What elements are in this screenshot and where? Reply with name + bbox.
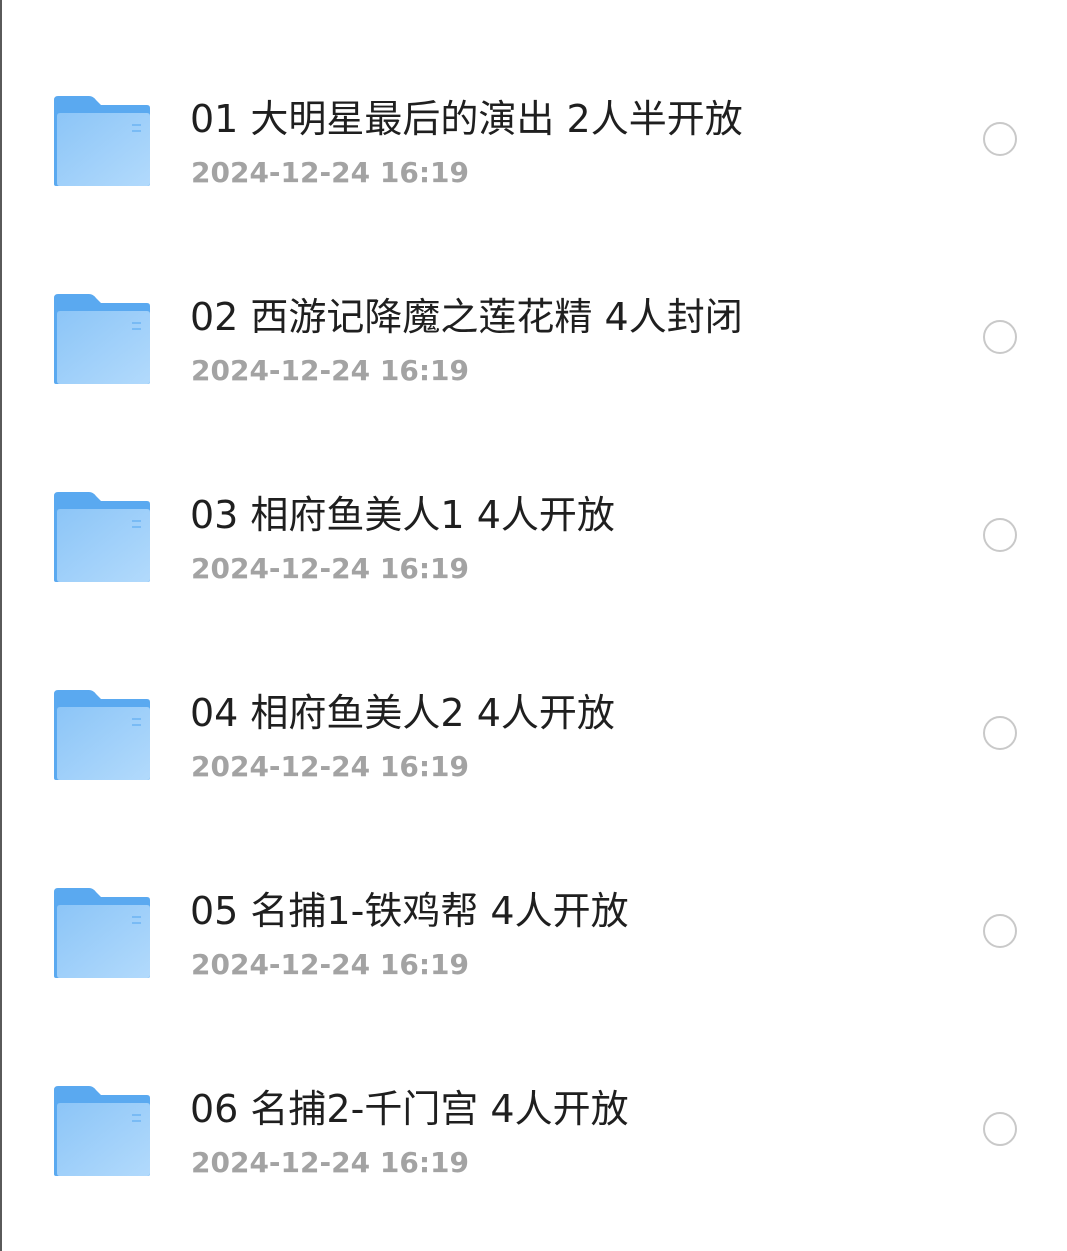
file-date: 2024-12-24 16:19 xyxy=(191,948,469,981)
file-title: 05 名捕1-铁鸡帮 4人开放 xyxy=(190,889,629,933)
file-date: 2024-12-24 16:19 xyxy=(191,354,469,387)
select-checkbox[interactable] xyxy=(983,518,1017,552)
list-item[interactable]: 02 西游记降魔之莲花精 4人封闭 2024-12-24 16:19 xyxy=(2,294,1067,492)
file-date: 2024-12-24 16:19 xyxy=(191,750,469,783)
file-title: 01 大明星最后的演出 2人半开放 xyxy=(190,97,743,141)
list-item[interactable]: 05 名捕1-铁鸡帮 4人开放 2024-12-24 16:19 xyxy=(2,888,1067,1086)
list-item[interactable]: 04 相府鱼美人2 4人开放 2024-12-24 16:19 xyxy=(2,690,1067,888)
file-title: 06 名捕2-千门宫 4人开放 xyxy=(190,1087,629,1131)
file-title: 03 相府鱼美人1 4人开放 xyxy=(190,493,615,537)
list-item[interactable]: 01 大明星最后的演出 2人半开放 2024-12-24 16:19 xyxy=(2,96,1067,294)
file-date: 2024-12-24 16:19 xyxy=(191,552,469,585)
list-item[interactable]: 03 相府鱼美人1 4人开放 2024-12-24 16:19 xyxy=(2,492,1067,690)
file-date: 2024-12-24 16:19 xyxy=(191,1146,469,1179)
select-checkbox[interactable] xyxy=(983,122,1017,156)
folder-icon xyxy=(51,1086,153,1180)
file-date: 2024-12-24 16:19 xyxy=(191,156,469,189)
file-title: 02 西游记降魔之莲花精 4人封闭 xyxy=(190,295,743,339)
select-checkbox[interactable] xyxy=(983,1112,1017,1146)
file-title: 04 相府鱼美人2 4人开放 xyxy=(190,691,615,735)
folder-icon xyxy=(51,690,153,784)
folder-icon xyxy=(51,888,153,982)
select-checkbox[interactable] xyxy=(983,320,1017,354)
list-item[interactable]: 06 名捕2-千门宫 4人开放 2024-12-24 16:19 xyxy=(2,1086,1067,1251)
select-checkbox[interactable] xyxy=(983,914,1017,948)
folder-icon xyxy=(51,96,153,190)
select-checkbox[interactable] xyxy=(983,716,1017,750)
file-list: 01 大明星最后的演出 2人半开放 2024-12-24 16:19 02 西游… xyxy=(0,0,1067,1251)
folder-icon xyxy=(51,492,153,586)
folder-icon xyxy=(51,294,153,388)
